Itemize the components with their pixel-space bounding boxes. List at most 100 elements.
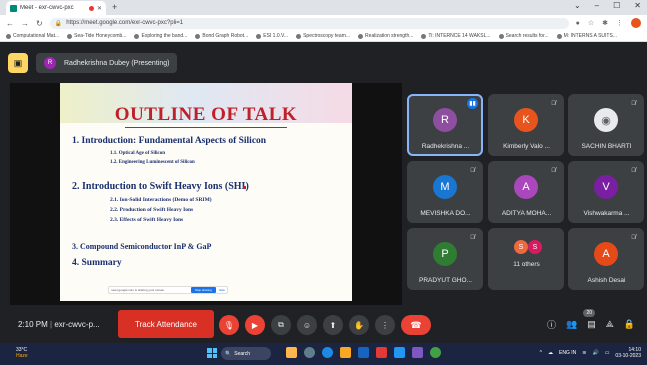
extensions-icon[interactable]: ✱ — [602, 19, 608, 27]
bookmark-item[interactable]: Spectroscopy team... — [296, 33, 350, 39]
lang-indicator[interactable]: ENG IN — [559, 350, 576, 356]
windows-start-icon[interactable] — [207, 348, 217, 358]
browser-tab[interactable]: Meet - exr-cwvc-pxc ✕ — [6, 1, 106, 15]
participant-tile[interactable]: 🎙̸ M MEVISHKA DO... — [407, 161, 483, 223]
bookmark-item[interactable]: ESI 1.0.V... — [256, 33, 288, 39]
close-window-icon[interactable]: ✕ — [634, 1, 641, 10]
muted-mic-icon: 🎙̸ — [470, 234, 475, 241]
participant-tile[interactable]: 🎙̸ ◉ SACHIN BHARTI — [568, 94, 644, 156]
leave-call-button[interactable]: ☎ — [401, 315, 431, 335]
back-icon[interactable]: ← — [6, 19, 14, 28]
outlook-icon[interactable] — [394, 347, 405, 358]
outline-section: 2. Introduction to Swift Heavy Ions (SHI… — [72, 181, 249, 192]
participant-name: PRADYUT GHO... — [419, 277, 472, 284]
lock-icon: 🔒 — [54, 20, 63, 27]
captions-icon[interactable]: ⧉ — [271, 315, 291, 335]
app-icon[interactable] — [376, 347, 387, 358]
bookmark-item[interactable]: Computational Mat... — [6, 33, 59, 39]
chrome-icon[interactable] — [430, 347, 441, 358]
host-controls-icon[interactable]: 🔒 — [624, 319, 635, 330]
cloud-icon[interactable]: ☁ — [548, 350, 553, 356]
outline-section: 3. Compound Semiconductor InP & GaP — [72, 242, 212, 251]
bookmark-item[interactable]: Sea-Tide Honeycomb... — [67, 33, 126, 39]
side-panel-controls: ⓘ 👥 ▤ ⟁ 🔒 — [547, 318, 635, 331]
outline-section: 4. Summary — [72, 258, 122, 268]
file-explorer-icon[interactable] — [340, 347, 351, 358]
maximize-icon[interactable]: ☐ — [613, 1, 620, 10]
others-count: 11 others — [513, 261, 540, 268]
volume-icon[interactable]: 🔊 — [592, 350, 598, 356]
participant-tile[interactable]: 🎙̸ A ADITYA MOHA... — [488, 161, 564, 223]
new-tab-button[interactable]: + — [112, 2, 117, 12]
present-screen-icon[interactable]: ⬆ — [323, 315, 343, 335]
browser-tab-strip: Meet - exr-cwvc-pxc ✕ + ⌄ – ☐ ✕ — [0, 0, 647, 15]
outline-subsection: 1.2. Engineering Luminescent of Silicon — [110, 160, 195, 165]
dropdown-icon[interactable]: ⌄ — [574, 1, 581, 10]
bookmark-item[interactable]: Exploring the band... — [134, 33, 187, 39]
participant-name: Vishwakarma ... — [583, 210, 630, 217]
participant-tile[interactable]: 🎙̸ A Ashish Desai — [568, 228, 644, 290]
app-icon[interactable] — [358, 347, 369, 358]
info-icon[interactable]: ⓘ — [547, 318, 556, 331]
tray-chevron-icon[interactable]: ^ — [540, 350, 542, 356]
raise-hand-icon[interactable]: ✋ — [349, 315, 369, 335]
people-count-badge: 20 — [583, 309, 595, 317]
participant-avatar: S — [528, 240, 542, 254]
edge-icon[interactable] — [322, 347, 333, 358]
bookmark-icon — [134, 33, 140, 39]
window-controls: ⌄ – ☐ ✕ — [574, 1, 641, 10]
camera-icon[interactable]: ● — [576, 20, 580, 27]
url-field[interactable]: 🔒 https://meet.google.com/exr-cwvc-pxc?p… — [49, 17, 569, 29]
participant-tile[interactable]: 🎙̸ V Vishwakarma ... — [568, 161, 644, 223]
activities-icon[interactable]: ⟁ — [606, 319, 614, 330]
others-avatar-stack: S S — [514, 240, 542, 254]
wifi-icon[interactable]: ≋ — [582, 350, 586, 356]
bookmark-icon — [256, 33, 262, 39]
chat-icon[interactable]: ▤ — [587, 319, 596, 330]
emoji-icon[interactable]: ☺ — [297, 315, 317, 335]
app-icon[interactable] — [412, 347, 423, 358]
system-date: 03-10-2023 — [615, 353, 641, 359]
participant-tile[interactable]: 🎙̸ K Kimberly Valo ... — [488, 94, 564, 156]
participant-name: Ashish Desai — [587, 277, 626, 284]
stop-sharing-button[interactable]: Stop sharing — [190, 287, 216, 293]
bookmark-star-icon[interactable]: ☆ — [588, 19, 594, 27]
minimize-icon[interactable]: – — [595, 1, 599, 10]
muted-mic-icon: 🎙̸ — [551, 167, 556, 174]
muted-mic-icon: 🎙̸ — [551, 100, 556, 107]
muted-mic-icon: 🎙̸ — [470, 167, 475, 174]
presenter-chip[interactable]: R Radhekrishna Dubey (Presenting) — [36, 53, 178, 73]
speaking-icon: ▮▮ — [467, 98, 478, 109]
taskbar-search[interactable]: 🔍 Search — [221, 347, 271, 360]
profile-avatar[interactable] — [631, 18, 641, 28]
bookmarks-bar: Computational Mat... Sea-Tide Honeycomb.… — [0, 31, 647, 42]
mic-off-icon[interactable]: 🎙 — [219, 315, 239, 335]
bookmark-item[interactable]: Realization strength... — [358, 33, 413, 39]
battery-icon[interactable]: ▭ — [605, 350, 610, 356]
reload-icon[interactable]: ↻ — [36, 19, 43, 28]
app-icon[interactable] — [286, 347, 297, 358]
weather-widget[interactable]: 33°C Haze — [16, 347, 28, 359]
taskview-icon[interactable] — [304, 347, 315, 358]
forward-icon[interactable]: → — [21, 19, 29, 28]
bookmark-item[interactable]: M: INTERNS A SUITS... — [556, 33, 617, 39]
bookmark-item[interactable]: Ti: INTERNCE 14 WAKSL... — [421, 33, 491, 39]
others-tile[interactable]: S S 11 others — [488, 228, 564, 290]
tab-close-icon[interactable]: ✕ — [97, 5, 102, 12]
call-controls: 🎙 ▶ ⧉ ☺ ⬆ ✋ ⋮ ☎ — [219, 315, 431, 335]
participant-tile[interactable]: 🎙̸ P PRADYUT GHO... — [407, 228, 483, 290]
presentation-icon[interactable]: ▣ — [8, 53, 28, 73]
system-clock[interactable]: 14:10 03-10-2023 — [615, 347, 641, 359]
participant-name: Kimberly Valo ... — [503, 143, 550, 150]
hide-button[interactable]: Hide — [219, 288, 225, 292]
more-options-icon[interactable]: ⋮ — [375, 315, 395, 335]
participant-tile[interactable]: ▮▮ R Radhekrishna ... — [407, 94, 483, 156]
bookmark-item[interactable]: Bond Graph Robot... — [195, 33, 248, 39]
people-icon[interactable]: 👥 — [566, 319, 577, 330]
camera-off-icon[interactable]: ▶ — [245, 315, 265, 335]
menu-dots-icon[interactable]: ⋮ — [616, 19, 623, 27]
weather-desc: Haze — [16, 353, 28, 359]
bookmark-item[interactable]: Search results for... — [498, 33, 549, 39]
track-attendance-button[interactable]: Track Attendance — [118, 310, 214, 338]
pointer-cursor-icon — [243, 186, 246, 189]
